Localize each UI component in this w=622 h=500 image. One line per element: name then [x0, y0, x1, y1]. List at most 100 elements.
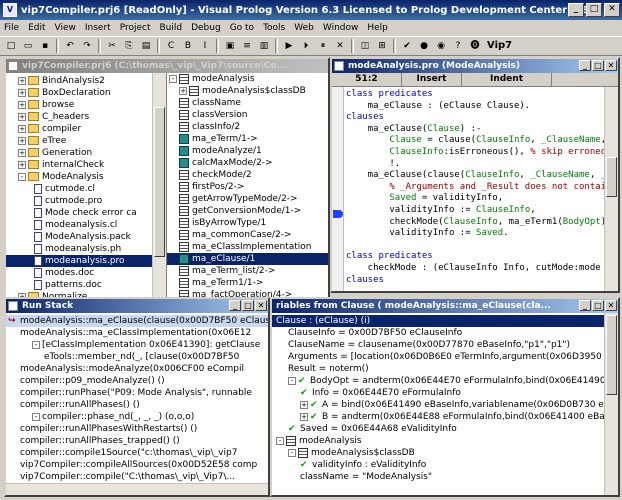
variable-toggle[interactable]: - — [288, 376, 296, 385]
member-item[interactable]: ma_commonCase/2-> — [167, 229, 328, 241]
tree-toggle[interactable]: + — [18, 88, 26, 97]
member-item[interactable]: calcMaxMode/2-> — [167, 157, 328, 169]
tree-item[interactable]: ModeAnalysis.pack — [6, 231, 164, 243]
menu-help[interactable]: Help — [367, 23, 388, 33]
new-icon[interactable]: □ — [3, 38, 19, 54]
variable-toggle[interactable]: - — [276, 436, 284, 445]
member-item[interactable]: ma_eClause/1 — [167, 253, 328, 265]
tree-toggle[interactable]: + — [18, 112, 26, 121]
tree-toggle[interactable]: + — [18, 160, 26, 169]
tree-toggle[interactable]: + — [18, 124, 26, 133]
minimize-button[interactable]: _ — [568, 3, 584, 17]
member-item[interactable]: + modeAnalysis$classDB — [167, 85, 328, 97]
variable-item[interactable]: ✔ Info = 0x06E44E70 eFormulaInfo — [272, 387, 606, 399]
tree-toggle[interactable]: + — [18, 148, 26, 157]
tree-item[interactable]: Mode check error ca — [6, 207, 164, 219]
variable-toggle[interactable]: + — [300, 412, 308, 421]
tree-item[interactable]: + Generation — [6, 147, 164, 159]
stack-frame[interactable]: vip7Compiler::compile("C:\thomas\_vip\_V… — [6, 471, 268, 483]
tree-toggle[interactable]: + — [18, 136, 26, 145]
menu-icon[interactable]: ≡ — [239, 38, 255, 54]
editor-title-bar[interactable]: modeAnalysis.pro (ModeAnalysis) _ □ ✕ — [332, 59, 618, 73]
variables-minimize-button[interactable]: _ — [579, 300, 591, 311]
variable-item[interactable]: - ✔ BodyOpt = andterm(0x06E44E70 eFormulaI… — [272, 375, 606, 387]
stop-icon[interactable]: ✕ — [332, 38, 348, 54]
runstack-list[interactable]: ↪ modeAnalysis::ma_eClause(clause(0x00D7B… — [6, 315, 268, 485]
runstack-title-bar[interactable]: Run Stack _ □ ✕ — [6, 299, 268, 313]
stack-frame[interactable]: compiler::runAllPhases() () — [6, 399, 268, 411]
tree-item[interactable]: + internalCheck — [6, 159, 164, 171]
step-icon[interactable]: ⏵ — [298, 38, 314, 54]
member-toggle[interactable]: + — [179, 86, 187, 95]
interface-icon[interactable]: I — [197, 38, 213, 54]
close-button[interactable]: ✕ — [604, 3, 620, 17]
tree-item[interactable]: + BindAnalysis2 — [6, 75, 164, 87]
dialog-icon[interactable]: ▣ — [222, 38, 238, 54]
runstack-minimize-button[interactable]: _ — [229, 300, 241, 311]
member-item[interactable]: ma_eTerm_list/2-> — [167, 265, 328, 277]
tree-item[interactable]: modeanalysis.cl — [6, 219, 164, 231]
variable-item[interactable]: + ✔ B = andterm(0x06E44E88 eFormulaInfo,bi… — [272, 411, 606, 423]
copy-icon[interactable]: ⎘ — [121, 38, 137, 54]
variable-item[interactable]: Arguments = [location(0x06D0B6E0 eTermIn… — [272, 351, 606, 363]
variable-item[interactable]: ✔ Saved = 0x06E44A68 eValidityInfo — [272, 423, 606, 435]
build-icon[interactable]: B — [180, 38, 196, 54]
redo-icon[interactable]: ↷ — [79, 38, 95, 54]
editor-window[interactable]: modeAnalysis.pro (ModeAnalysis) _ □ ✕ 51… — [330, 57, 620, 293]
app-title-bar[interactable]: V vip7Compiler.prj6 [ReadOnly] - Visual … — [0, 0, 622, 20]
member-item[interactable]: classVersion — [167, 109, 328, 121]
class-icon[interactable]: C — [163, 38, 179, 54]
variable-item[interactable]: + ✔ A = bind(0x06E41490 eBaseInfo,variable… — [272, 399, 606, 411]
run-icon[interactable]: ▶ — [281, 38, 297, 54]
variable-item[interactable]: Clause : (eClause) (i) — [272, 315, 606, 327]
variable-toggle[interactable]: - — [288, 448, 296, 457]
member-item[interactable]: getConversionMode/1-> — [167, 205, 328, 217]
member-item[interactable]: isByArrowType/1 — [167, 217, 328, 229]
stack-frame[interactable]: compiler::runAllPhasesWithRestarts() () — [6, 423, 268, 435]
menu-build[interactable]: Build — [159, 23, 182, 33]
menu-web[interactable]: Web — [294, 23, 314, 33]
menu-window[interactable]: Window — [323, 23, 359, 33]
runstack-hscrollbar[interactable] — [6, 483, 268, 495]
variable-item[interactable]: ClauseName = clausename(0x00D77870 eBase… — [272, 339, 606, 351]
editor-close-button[interactable]: ✕ — [605, 60, 617, 71]
variable-item[interactable]: ClauseInfo = 0x00D7BF50 eClauseInfo — [272, 327, 606, 339]
menu-debug[interactable]: Debug — [191, 23, 221, 33]
menu-view[interactable]: View — [55, 23, 76, 33]
project-tree-scroll-thumb[interactable] — [154, 107, 165, 257]
save-icon[interactable]: ▪ — [37, 38, 53, 54]
variables-window[interactable]: riables from Clause ( modeAnalysis::ma_e… — [270, 297, 620, 497]
tree-item[interactable]: cutmode.cl — [6, 183, 164, 195]
variable-item[interactable]: className = "ModeAnalysis" — [272, 471, 606, 483]
variable-item[interactable]: - modeAnalysis$classDB — [272, 447, 606, 459]
stack-frame[interactable]: compiler::compile1Source("c:\thomas\_vip… — [6, 447, 268, 459]
info-icon[interactable]: ⓿ — [467, 38, 483, 54]
record-icon[interactable]: ◉ — [433, 38, 449, 54]
code-editor[interactable]: class predicates ma_eClause : (eClause C… — [346, 89, 606, 289]
stack-frame[interactable]: vip7Compiler::compileAllSources(0x00D52E… — [6, 459, 268, 471]
check-icon[interactable]: ✔ — [399, 38, 415, 54]
stack-frame[interactable]: - compiler::phase_nd(_, _, _) (o,o,o) — [6, 411, 268, 423]
member-item[interactable]: className — [167, 97, 328, 109]
menu-insert[interactable]: Insert — [85, 23, 111, 33]
member-item[interactable]: ma_eTerm1/1-> — [167, 277, 328, 289]
member-item[interactable]: ma_eTerm/1-> — [167, 133, 328, 145]
member-item[interactable]: ma_eClassImplementation — [167, 241, 328, 253]
variable-item[interactable]: ✔ validityInfo : eValidityInfo — [272, 459, 606, 471]
variable-item[interactable]: Result = noterm() — [272, 363, 606, 375]
members-header-toggle[interactable]: - — [169, 74, 177, 83]
tree-item[interactable]: modes.doc — [6, 267, 164, 279]
variables-maximize-button[interactable]: □ — [592, 300, 604, 311]
editor-scroll-thumb[interactable] — [606, 157, 617, 197]
tree-item[interactable]: + C_headers — [6, 111, 164, 123]
tree-item[interactable]: modeanalysis.pro — [6, 255, 164, 267]
member-item[interactable]: getArrowTypeMode/2-> — [167, 193, 328, 205]
stack-frame[interactable]: eTools::member_nd(_, [clause(0x00D7BF50 — [6, 351, 268, 363]
tree-item[interactable]: - ModeAnalysis — [6, 171, 164, 183]
runstack-window[interactable]: Run Stack _ □ ✕ ↪ modeAnalysis::ma_eClaus… — [4, 297, 270, 497]
pause-icon[interactable]: ⏸ — [315, 38, 331, 54]
tree-toggle[interactable]: + — [18, 76, 26, 85]
toolbar-icon[interactable]: ▥ — [256, 38, 272, 54]
maximize-button[interactable]: □ — [586, 3, 602, 17]
tree-item[interactable]: + browse — [6, 99, 164, 111]
